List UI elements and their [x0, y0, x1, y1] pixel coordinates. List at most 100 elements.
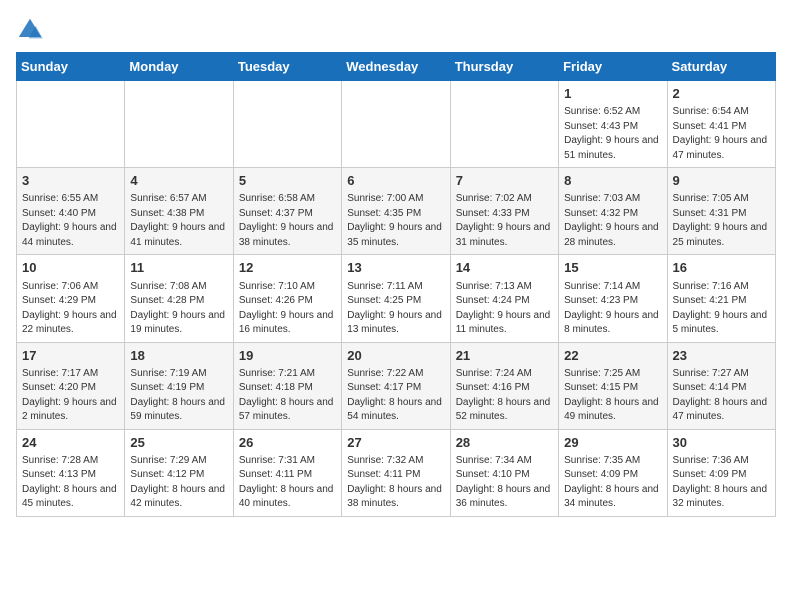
day-info: Sunrise: 7:11 AMSunset: 4:25 PMDaylight:…	[347, 280, 444, 338]
day-number: 24	[22, 434, 119, 452]
day-number: 20	[347, 347, 444, 365]
day-number: 5	[239, 172, 336, 190]
calendar-week-row: 17 Sunrise: 7:17 AMSunset: 4:20 PMDayligh…	[17, 342, 776, 429]
logo-icon	[16, 16, 44, 44]
calendar-cell: 21Sunrise: 7:24 AMSunset: 4:16 PMDayligh…	[450, 342, 558, 429]
calendar-week-row: 10 Sunrise: 7:06 AMSunset: 4:29 PMDayligh…	[17, 255, 776, 342]
calendar-cell: 5 Sunrise: 6:58 AMSunset: 4:37 PMDaylight…	[233, 168, 341, 255]
day-info: Sunrise: 7:29 AMSunset: 4:12 PMDaylight:…	[130, 454, 227, 512]
day-info: Sunrise: 7:06 AMSunset: 4:29 PMDaylight:…	[22, 280, 119, 338]
day-info: Sunrise: 7:16 AMSunset: 4:21 PMDaylight:…	[673, 280, 770, 338]
day-number: 3	[22, 172, 119, 190]
calendar-cell: 9 Sunrise: 7:05 AMSunset: 4:31 PMDaylight…	[667, 168, 775, 255]
day-number: 7	[456, 172, 553, 190]
day-info: Sunrise: 6:58 AMSunset: 4:37 PMDaylight:…	[239, 192, 336, 250]
day-number: 6	[347, 172, 444, 190]
day-number: 29	[564, 434, 661, 452]
calendar-cell: 12 Sunrise: 7:10 AMSunset: 4:26 PMDayligh…	[233, 255, 341, 342]
calendar-cell: 1 Sunrise: 6:52 AMSunset: 4:43 PMDaylight…	[559, 81, 667, 168]
day-of-week-header: Friday	[559, 53, 667, 81]
day-info: Sunrise: 7:19 AMSunset: 4:19 PMDaylight:…	[130, 367, 227, 425]
day-info: Sunrise: 7:00 AMSunset: 4:35 PMDaylight:…	[347, 192, 444, 250]
calendar-cell: 15Sunrise: 7:14 AMSunset: 4:23 PMDayligh…	[559, 255, 667, 342]
calendar-cell	[17, 81, 125, 168]
calendar-cell: 22Sunrise: 7:25 AMSunset: 4:15 PMDayligh…	[559, 342, 667, 429]
day-number: 1	[564, 85, 661, 103]
day-info: Sunrise: 7:35 AMSunset: 4:09 PMDaylight:…	[564, 454, 661, 512]
day-info: Sunrise: 7:17 AMSunset: 4:20 PMDaylight:…	[22, 367, 119, 425]
day-number: 2	[673, 85, 770, 103]
day-info: Sunrise: 7:22 AMSunset: 4:17 PMDaylight:…	[347, 367, 444, 425]
day-number: 8	[564, 172, 661, 190]
day-info: Sunrise: 7:05 AMSunset: 4:31 PMDaylight:…	[673, 192, 770, 250]
day-info: Sunrise: 7:14 AMSunset: 4:23 PMDaylight:…	[564, 280, 661, 338]
calendar-header-row: SundayMondayTuesdayWednesdayThursdayFrid…	[17, 53, 776, 81]
calendar-cell: 29 Sunrise: 7:35 AMSunset: 4:09 PMDayligh…	[559, 429, 667, 516]
calendar-cell: 28Sunrise: 7:34 AMSunset: 4:10 PMDayligh…	[450, 429, 558, 516]
calendar-table: SundayMondayTuesdayWednesdayThursdayFrid…	[16, 52, 776, 517]
day-number: 22	[564, 347, 661, 365]
calendar-cell: 16 Sunrise: 7:16 AMSunset: 4:21 PMDayligh…	[667, 255, 775, 342]
calendar-cell: 8 Sunrise: 7:03 AMSunset: 4:32 PMDaylight…	[559, 168, 667, 255]
calendar-week-row: 24 Sunrise: 7:28 AMSunset: 4:13 PMDayligh…	[17, 429, 776, 516]
day-number: 25	[130, 434, 227, 452]
day-info: Sunrise: 7:36 AMSunset: 4:09 PMDaylight:…	[673, 454, 770, 512]
day-info: Sunrise: 7:27 AMSunset: 4:14 PMDaylight:…	[673, 367, 770, 425]
calendar-cell: 13 Sunrise: 7:11 AMSunset: 4:25 PMDayligh…	[342, 255, 450, 342]
day-number: 16	[673, 259, 770, 277]
calendar-week-row: 3 Sunrise: 6:55 AMSunset: 4:40 PMDaylight…	[17, 168, 776, 255]
calendar-cell: 27 Sunrise: 7:32 AMSunset: 4:11 PMDayligh…	[342, 429, 450, 516]
calendar-cell: 14 Sunrise: 7:13 AMSunset: 4:24 PMDayligh…	[450, 255, 558, 342]
calendar-cell: 26 Sunrise: 7:31 AMSunset: 4:11 PMDayligh…	[233, 429, 341, 516]
calendar-cell	[125, 81, 233, 168]
day-info: Sunrise: 7:10 AMSunset: 4:26 PMDaylight:…	[239, 280, 336, 338]
page-header	[16, 16, 776, 44]
day-number: 14	[456, 259, 553, 277]
day-number: 18	[130, 347, 227, 365]
calendar-cell: 20 Sunrise: 7:22 AMSunset: 4:17 PMDayligh…	[342, 342, 450, 429]
day-number: 4	[130, 172, 227, 190]
day-info: Sunrise: 6:57 AMSunset: 4:38 PMDaylight:…	[130, 192, 227, 250]
calendar-cell: 25 Sunrise: 7:29 AMSunset: 4:12 PMDayligh…	[125, 429, 233, 516]
calendar-cell: 11Sunrise: 7:08 AMSunset: 4:28 PMDayligh…	[125, 255, 233, 342]
day-info: Sunrise: 7:32 AMSunset: 4:11 PMDaylight:…	[347, 454, 444, 512]
day-of-week-header: Thursday	[450, 53, 558, 81]
calendar-cell: 19Sunrise: 7:21 AMSunset: 4:18 PMDayligh…	[233, 342, 341, 429]
day-number: 13	[347, 259, 444, 277]
day-number: 12	[239, 259, 336, 277]
day-number: 27	[347, 434, 444, 452]
day-info: Sunrise: 7:21 AMSunset: 4:18 PMDaylight:…	[239, 367, 336, 425]
day-info: Sunrise: 6:52 AMSunset: 4:43 PMDaylight:…	[564, 105, 661, 163]
day-info: Sunrise: 7:31 AMSunset: 4:11 PMDaylight:…	[239, 454, 336, 512]
day-of-week-header: Wednesday	[342, 53, 450, 81]
day-info: Sunrise: 6:55 AMSunset: 4:40 PMDaylight:…	[22, 192, 119, 250]
day-info: Sunrise: 7:28 AMSunset: 4:13 PMDaylight:…	[22, 454, 119, 512]
day-number: 17	[22, 347, 119, 365]
day-number: 26	[239, 434, 336, 452]
calendar-cell: 10 Sunrise: 7:06 AMSunset: 4:29 PMDayligh…	[17, 255, 125, 342]
day-number: 30	[673, 434, 770, 452]
day-of-week-header: Saturday	[667, 53, 775, 81]
calendar-cell: 7 Sunrise: 7:02 AMSunset: 4:33 PMDaylight…	[450, 168, 558, 255]
day-number: 10	[22, 259, 119, 277]
day-info: Sunrise: 7:24 AMSunset: 4:16 PMDaylight:…	[456, 367, 553, 425]
day-info: Sunrise: 6:54 AMSunset: 4:41 PMDaylight:…	[673, 105, 770, 163]
day-info: Sunrise: 7:03 AMSunset: 4:32 PMDaylight:…	[564, 192, 661, 250]
day-number: 23	[673, 347, 770, 365]
day-info: Sunrise: 7:34 AMSunset: 4:10 PMDaylight:…	[456, 454, 553, 512]
day-info: Sunrise: 7:08 AMSunset: 4:28 PMDaylight:…	[130, 280, 227, 338]
calendar-week-row: 1 Sunrise: 6:52 AMSunset: 4:43 PMDaylight…	[17, 81, 776, 168]
calendar-cell: 4 Sunrise: 6:57 AMSunset: 4:38 PMDaylight…	[125, 168, 233, 255]
day-of-week-header: Tuesday	[233, 53, 341, 81]
calendar-cell: 3 Sunrise: 6:55 AMSunset: 4:40 PMDaylight…	[17, 168, 125, 255]
calendar-cell	[450, 81, 558, 168]
day-info: Sunrise: 7:13 AMSunset: 4:24 PMDaylight:…	[456, 280, 553, 338]
calendar-cell: 30 Sunrise: 7:36 AMSunset: 4:09 PMDayligh…	[667, 429, 775, 516]
calendar-cell: 2 Sunrise: 6:54 AMSunset: 4:41 PMDaylight…	[667, 81, 775, 168]
day-info: Sunrise: 7:02 AMSunset: 4:33 PMDaylight:…	[456, 192, 553, 250]
calendar-cell: 24 Sunrise: 7:28 AMSunset: 4:13 PMDayligh…	[17, 429, 125, 516]
calendar-cell	[342, 81, 450, 168]
calendar-cell: 6 Sunrise: 7:00 AMSunset: 4:35 PMDaylight…	[342, 168, 450, 255]
day-number: 9	[673, 172, 770, 190]
calendar-cell: 17 Sunrise: 7:17 AMSunset: 4:20 PMDayligh…	[17, 342, 125, 429]
